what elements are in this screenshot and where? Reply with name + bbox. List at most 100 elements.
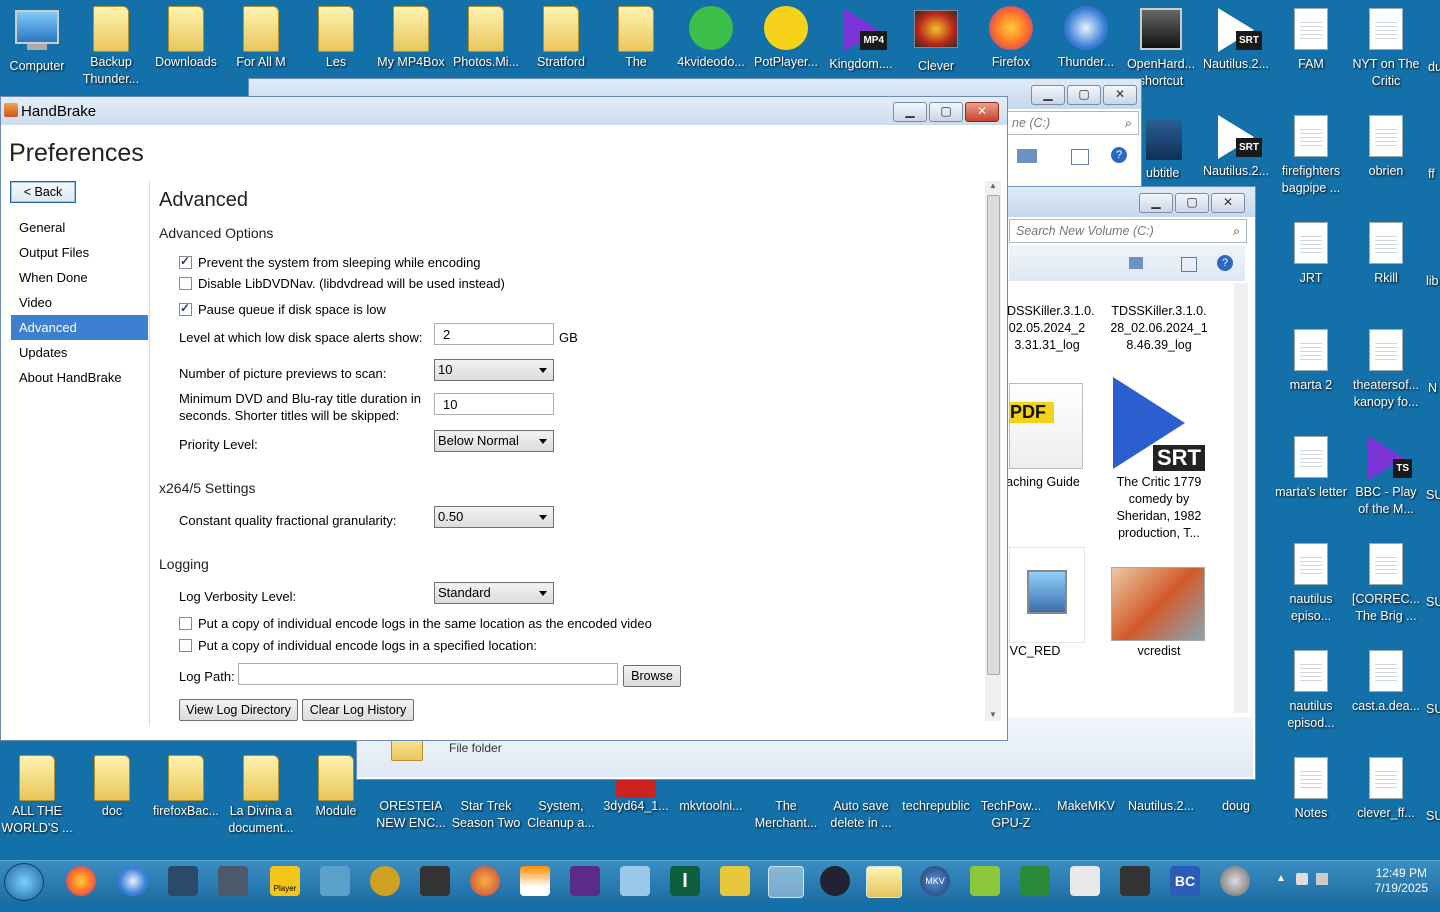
desktop-icon-4kvideodownloader[interactable]: 4kvideodo... [674,6,748,71]
checkbox-box[interactable] [179,639,192,652]
vertical-scrollbar[interactable]: ▲ ▼ [985,181,1001,721]
desktop-icon-nautilus-episod[interactable]: nautilus episod... [1274,648,1348,732]
browse-button[interactable]: Browse [623,665,681,687]
view-log-directory-button[interactable]: View Log Directory [179,699,298,721]
alien-taskbar-icon[interactable] [168,866,198,896]
desktop-icon-thunderbird[interactable]: Thunder... [1049,6,1123,71]
desktop-icon-firefoxbac[interactable]: firefoxBac... [149,755,223,820]
back-button[interactable]: < Back [10,181,76,203]
file-item[interactable]: TDSSKiller.3.1.0. 02.05.2024_2 3.31.31_l… [997,303,1097,354]
log-path-input[interactable] [238,663,618,685]
close-button[interactable]: ✕ [965,102,999,122]
desktop-icon-backup-thunder[interactable]: Backup Thunder... [74,6,148,88]
desktop-icon-la-divina[interactable]: La Divina a document... [224,755,298,837]
thunderbird-taskbar-icon[interactable] [118,866,148,896]
desktop-icon-rkill[interactable]: Rkill [1349,220,1423,287]
network-icon[interactable] [1316,873,1328,885]
desktop-icon-obrien[interactable]: obrien [1349,113,1423,180]
show-hidden-icons-icon[interactable]: ▲ [1276,873,1286,884]
chart-taskbar-icon[interactable] [720,866,750,896]
search-input[interactable]: ne (C:) ⌕ [1005,111,1139,135]
desktop-icon-jrt[interactable]: JRT [1274,220,1348,287]
desktop-icon-nautilus-srt-3[interactable]: Nautilus.2... [1124,798,1198,815]
desktop-icon-stratford[interactable]: Stratford [524,6,598,71]
disable-libdvdnav-checkbox[interactable]: Disable LibDVDNav. (libdvdread will be u… [179,276,505,291]
desktop-icon-correc-brig[interactable]: [CORREC... The Brig ... [1349,541,1423,625]
nav-item-when-done[interactable]: When Done [11,265,148,290]
view-icon[interactable] [1129,257,1143,269]
help-icon[interactable]: ? [1217,255,1233,271]
desktop-icon-cast-a-dea[interactable]: cast.a.dea... [1349,648,1423,715]
pause-queue-checkbox[interactable]: Pause queue if disk space is low [179,301,386,317]
nav-item-about[interactable]: About HandBrake [11,365,148,390]
file-item[interactable]: The Critic 1779 comedy by Sheridan, 1982… [1109,474,1209,542]
nav-item-general[interactable]: General [11,215,148,240]
desktop-icon-notes[interactable]: Notes [1274,755,1348,822]
globe-taskbar-icon[interactable] [470,866,500,896]
minimize-button[interactable]: ▁ [1139,193,1173,213]
close-button[interactable]: ✕ [1211,193,1245,213]
desktop-icon-doc[interactable]: doc [75,755,149,820]
file-item[interactable]: TDSSKiller.3.1.0. 28_02.06.2024_1 8.46.3… [1109,303,1209,354]
preview-pane-icon[interactable] [1181,257,1197,272]
desktop-icon-makemkv[interactable]: MakeMKV [1049,798,1123,815]
audio-taskbar-icon[interactable] [1120,866,1150,896]
file-item[interactable]: aching Guide [993,474,1093,491]
wifi-taskbar-icon[interactable] [820,866,850,896]
desktop-icon-for-all[interactable]: For All M [224,6,298,71]
mediainfo-taskbar-icon[interactable] [218,866,248,896]
desktop-icon-gpu-z[interactable]: TechPow... GPU-Z [974,798,1048,832]
handbrake-window[interactable]: HandBrake ▁ ▢ ✕ Preferences < Back Gener… [0,96,1008,741]
handbrake-titlebar[interactable]: HandBrake ▁ ▢ ✕ [1,97,1007,125]
start-button[interactable] [4,863,44,901]
clock[interactable]: 12:49 PM 7/19/2025 [1375,866,1428,896]
notepad-plus-taskbar-icon[interactable] [970,866,1000,896]
document-taskbar-icon[interactable] [1070,866,1100,896]
desktop-icon-oresteia[interactable]: ORESTEIA NEW ENC... [374,798,448,832]
checkbox-box[interactable] [179,254,192,269]
prevent-sleep-checkbox[interactable]: Prevent the system from sleeping while e… [179,254,481,270]
desktop-icon-martas-letter[interactable]: marta's letter [1274,434,1348,501]
clear-log-history-button[interactable]: Clear Log History [302,699,414,721]
nav-item-updates[interactable]: Updates [11,340,148,365]
desktop-icon-my-mp4box[interactable]: My MP4Box [374,6,448,71]
desktop-icon-techrepublic[interactable]: techrepublic [899,798,973,815]
minimize-button[interactable]: ▁ [893,102,927,122]
volume-muted-icon[interactable] [1296,873,1308,885]
desktop-icon-theatersof[interactable]: theatersof... kanopy fo... [1349,327,1423,411]
help-icon[interactable]: ? [1111,147,1127,163]
notepad-taskbar-icon[interactable] [620,866,650,896]
cpu-z-taskbar-icon[interactable] [570,866,600,896]
desktop-icon-bbc-play[interactable]: TS BBC - Play of the M... [1349,434,1423,518]
firefox-taskbar-icon[interactable] [66,866,96,896]
desktop-icon-firefighters[interactable]: firefighters bagpipe ... [1274,113,1348,197]
view-icon[interactable] [1017,149,1037,163]
desktop-icon-the[interactable]: The [599,6,673,71]
makemkv-taskbar-icon[interactable]: MKV [920,866,950,896]
search-input[interactable]: Search New Volume (C:) ⌕ [1009,219,1247,243]
desktop-icon-firefox[interactable]: Firefox [974,6,1048,71]
scroll-down-icon[interactable]: ▼ [985,710,1001,719]
desktop-icon-nautilus-srt-2[interactable]: SRT Nautilus.2... [1199,113,1273,180]
desktop-icon-fam[interactable]: FAM [1274,6,1348,73]
verbosity-dropdown[interactable]: Standard [434,582,554,604]
scroll-up-icon[interactable]: ▲ [985,181,1001,190]
desktop-icon-mkvtoolnix[interactable]: mkvtoolni... [674,798,748,815]
nav-item-advanced[interactable]: Advanced [11,315,148,340]
desktop-icon-auto-save[interactable]: Auto save delete in ... [824,798,898,832]
nav-item-video[interactable]: Video [11,290,148,315]
previews-dropdown[interactable]: 10 [434,359,554,381]
min-duration-input[interactable]: 10 [434,393,554,415]
desktop-icon-the-merchant[interactable]: The Merchant... [749,798,823,832]
desktop-icon-nyt-critic[interactable]: NYT on The Critic [1349,6,1423,90]
desktop-icon-system-cleanup[interactable]: System, Cleanup a... [524,798,598,832]
potplayer-taskbar-icon[interactable]: Player [270,866,300,896]
i-taskbar-icon[interactable]: I [670,866,700,896]
clapperboard-taskbar-icon[interactable] [420,866,450,896]
desktop-icon-kingdom[interactable]: MP4 Kingdom.... [824,6,898,73]
desktop-icon-nautilus-episo[interactable]: nautilus episo... [1274,541,1348,625]
desktop-icon-photos[interactable]: Photos.Mi... [449,6,523,71]
desktop-icon-nautilus-srt[interactable]: SRT Nautilus.2... [1199,6,1273,73]
desktop-icon-star-trek[interactable]: Star Trek Season Two [449,798,523,832]
priority-dropdown[interactable]: Below Normal [434,430,554,452]
